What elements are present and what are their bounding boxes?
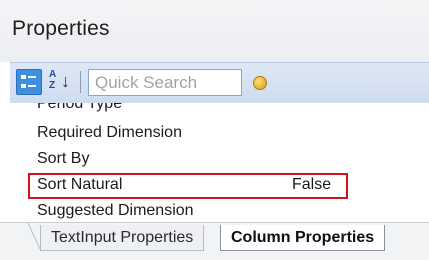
- property-row-sort-natural[interactable]: Sort Natural False: [28, 173, 358, 199]
- property-row[interactable]: Period Type: [28, 103, 358, 116]
- quick-search-input[interactable]: [88, 69, 242, 96]
- property-name: Required Dimension: [37, 124, 182, 141]
- alphabetical-sort-button[interactable]: A Z ↓: [48, 69, 74, 95]
- tab-textinput-properties[interactable]: TextInput Properties: [40, 225, 205, 251]
- property-name: Period Type: [37, 103, 123, 112]
- properties-header: Properties: [0, 0, 429, 62]
- property-grid: Period Type Required Dimension Sort By S…: [28, 103, 358, 221]
- property-row[interactable]: Suggested Dimension: [28, 199, 358, 221]
- categorized-view-button[interactable]: [16, 69, 42, 95]
- property-row[interactable]: Required Dimension: [28, 121, 358, 145]
- property-name: Sort By: [37, 150, 90, 167]
- tab-strip: TextInput Properties Column Properties: [0, 222, 429, 260]
- panel-title: Properties: [12, 17, 110, 40]
- tab-column-properties[interactable]: Column Properties: [220, 225, 386, 251]
- property-name: Sort Natural: [37, 176, 123, 193]
- property-pages-icon[interactable]: [253, 76, 267, 90]
- properties-toolbar: A Z ↓: [10, 62, 429, 103]
- property-name: Suggested Dimension: [37, 202, 194, 219]
- property-row[interactable]: Sort By: [28, 147, 358, 171]
- toolbar-separator: [80, 71, 81, 93]
- property-value[interactable]: False: [292, 176, 331, 194]
